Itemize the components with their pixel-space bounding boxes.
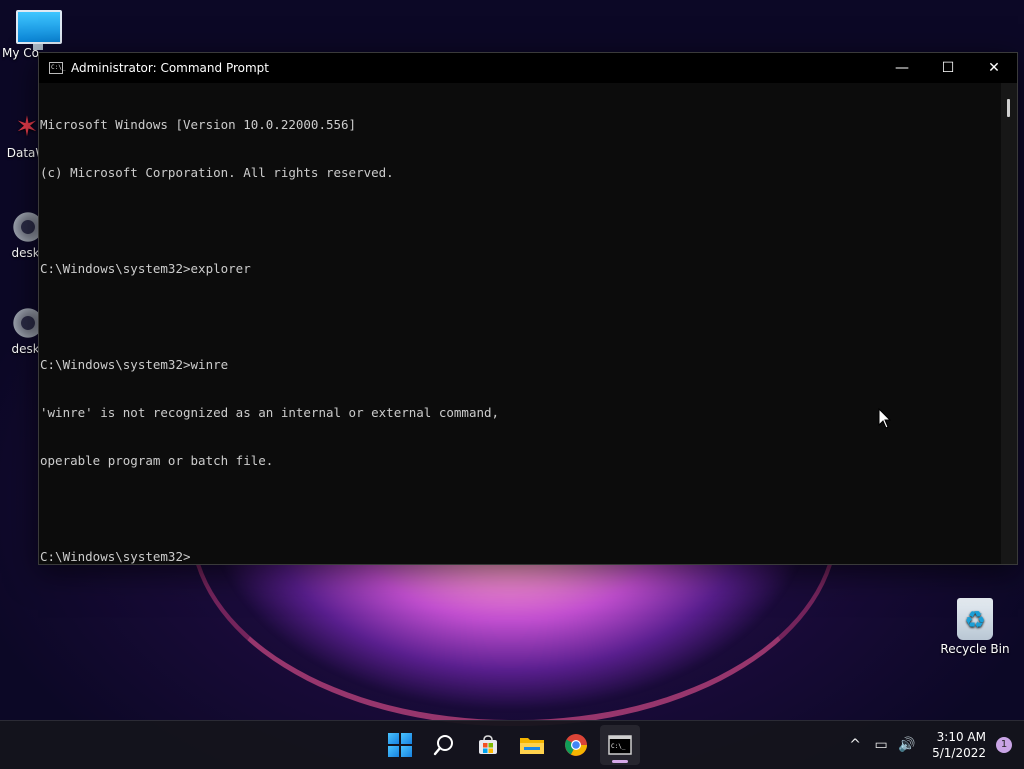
taskbar: C:\_ ^ ▭ 🔊 3:10 AM 5/1/2022 1 [0, 720, 1024, 769]
taskbar-apps: C:\_ [380, 725, 640, 765]
computer-icon [16, 10, 62, 50]
file-explorer-button[interactable] [512, 725, 552, 765]
maximize-button[interactable]: ☐ [925, 53, 971, 83]
clock[interactable]: 3:10 AM 5/1/2022 [920, 729, 996, 761]
desktop-icon-recycle-bin[interactable]: ♻ Recycle Bin [940, 598, 1010, 656]
window-title: Administrator: Command Prompt [71, 61, 269, 75]
search-button[interactable] [424, 725, 464, 765]
store-button[interactable] [468, 725, 508, 765]
clock-date: 5/1/2022 [932, 746, 986, 760]
network-icon[interactable]: ▭ [868, 737, 894, 753]
command-prompt-window[interactable]: C:\_ Administrator: Command Prompt — ☐ ✕… [38, 52, 1018, 565]
terminal-line: operable program or batch file. [40, 453, 274, 468]
search-icon [433, 735, 453, 756]
terminal-line: C:\Windows\system32>explorer [40, 261, 251, 276]
start-icon [388, 733, 412, 757]
minimize-button[interactable]: — [879, 53, 925, 83]
chrome-icon [565, 734, 587, 756]
file-explorer-icon [520, 738, 544, 754]
start-button[interactable] [380, 725, 420, 765]
window-titlebar[interactable]: C:\_ Administrator: Command Prompt — ☐ ✕ [39, 53, 1017, 83]
terminal-icon: C:\_ [608, 735, 632, 755]
desktop-icon-label: Recycle Bin [940, 642, 1010, 656]
volume-icon[interactable]: 🔊 [894, 737, 920, 753]
show-hidden-icons-chevron-icon[interactable]: ^ [842, 737, 868, 753]
terminal-prompt-line: C:\Windows\system32> [40, 549, 191, 564]
system-tray: ^ ▭ 🔊 3:10 AM 5/1/2022 1 [842, 721, 1024, 769]
scrollbar-thumb[interactable] [1007, 99, 1010, 117]
recycle-bin-icon: ♻ [957, 598, 993, 640]
terminal-line: (c) Microsoft Corporation. All rights re… [40, 165, 394, 180]
terminal-scrollbar[interactable] [1001, 83, 1017, 564]
chrome-button[interactable] [556, 725, 596, 765]
store-icon [479, 735, 497, 754]
clock-time: 3:10 AM [936, 730, 986, 744]
terminal-output[interactable]: Microsoft Windows [Version 10.0.22000.55… [39, 83, 1001, 564]
notification-badge[interactable]: 1 [996, 737, 1012, 753]
terminal-line: 'winre' is not recognized as an internal… [40, 405, 500, 420]
terminal-line: C:\Windows\system32>winre [40, 357, 229, 372]
close-button[interactable]: ✕ [971, 53, 1017, 83]
terminal-line: Microsoft Windows [Version 10.0.22000.55… [40, 117, 357, 132]
command-prompt-taskbar-button[interactable]: C:\_ [600, 725, 640, 765]
svg-text:C:\_: C:\_ [611, 743, 626, 750]
cmd-app-icon: C:\_ [49, 62, 65, 74]
